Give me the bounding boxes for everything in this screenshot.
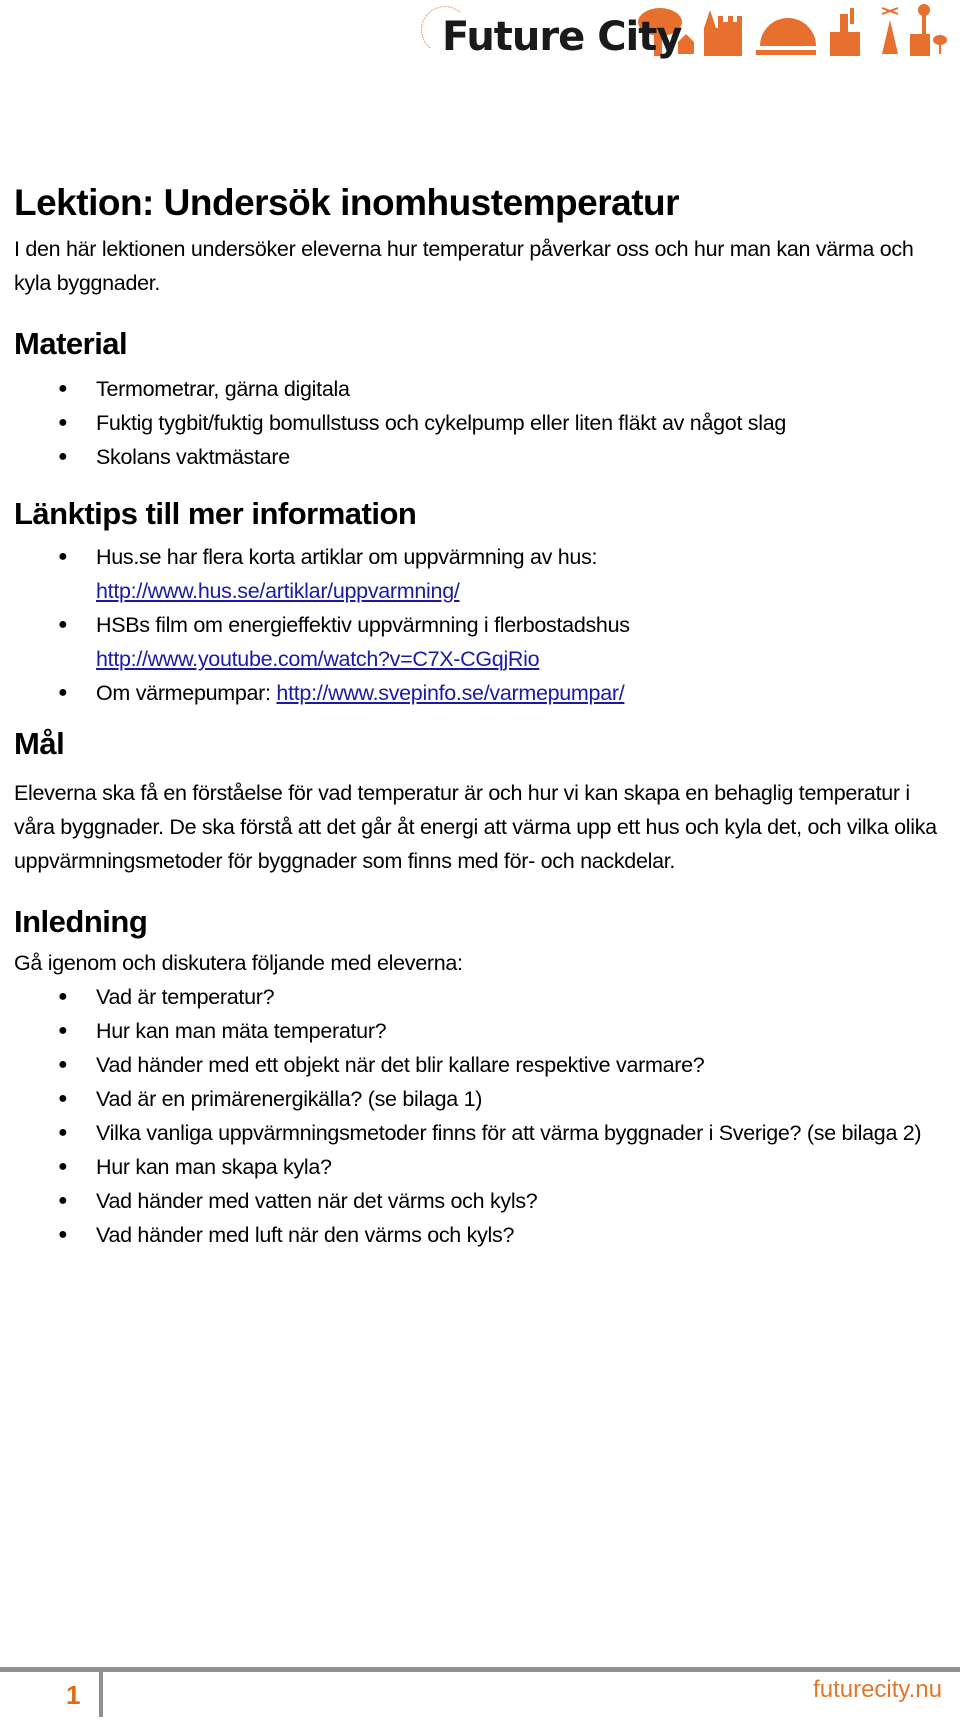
list-item: ● Om värmepumpar: http://www.svepinfo.se/… [58,676,944,710]
bullet-icon: ● [58,1056,68,1073]
lesson-document: Lektion: Undersök inomhustemperatur I de… [14,178,944,1252]
bullet-icon: ● [58,1090,68,1107]
link-svepinfo[interactable]: http://www.svepinfo.se/varmepumpar/ [276,681,624,705]
list-item: ● Vad händer med ett objekt när det blir … [58,1048,944,1082]
list-item: ● Hur kan man skapa kyla? [58,1150,944,1184]
bullet-icon: ● [58,1192,68,1209]
bullet-icon: ● [58,548,68,565]
list-item: ● Fuktig tygbit/fuktig bomullstuss och cy… [58,406,944,440]
footer-site: futurecity.nu [813,1676,942,1703]
goal-text: Eleverna ska få en förståelse för vad te… [14,781,937,873]
bullet-icon: ● [58,684,68,701]
bullet-icon: ● [58,1124,68,1141]
list-item: ● Vilka vanliga uppvärmningsmetoder finns… [58,1116,944,1150]
footer-vertical-divider [99,1667,103,1717]
goal-heading: Mål [14,726,65,761]
bullet-icon: ● [58,1022,68,1039]
list-item: ● Hus.se har flera korta artiklar om uppv… [58,540,944,608]
list-item: ● Vad är temperatur? [58,980,944,1014]
list-item: ● HSBs film om energieffektiv uppvärmning… [58,608,944,676]
introduction-list: ● Vad är temperatur? ● Hur kan man mäta te… [14,980,944,1252]
bullet-icon: ● [58,1226,68,1243]
list-item: ● Skolans vaktmästare [58,440,944,474]
list-item: ● Vad händer med luft när den värms och k… [58,1218,944,1252]
bullet-icon: ● [58,380,68,397]
page-title: Lektion: Undersök inomhustemperatur [14,182,680,223]
page-number: 1 [66,1680,81,1710]
material-list: ● Termometrar, gärna digitala ● Fuktig tyg… [14,372,944,474]
material-heading: Material [14,326,128,361]
bullet-icon: ● [58,414,68,431]
list-item: ● Vad är en primärenergikälla? (se bilaga… [58,1082,944,1116]
bullet-icon: ● [58,616,68,633]
logo-text: Future City [442,14,682,60]
bullet-icon: ● [58,988,68,1005]
bullet-icon: ● [58,1158,68,1175]
links-heading: Länktips till mer information [14,496,417,531]
bullet-icon: ● [58,448,68,465]
footer-divider [0,1667,960,1672]
future-city-logo: Future City [420,0,950,70]
list-item: ● Vad händer med vatten när det värms och… [58,1184,944,1218]
intro-text: I den här lektionen undersöker eleverna … [14,237,914,295]
list-item: ● Hur kan man mäta temperatur? [58,1014,944,1048]
list-item: ● Termometrar, gärna digitala [58,372,944,406]
link-youtube[interactable]: http://www.youtube.com/watch?v=C7X-CGqjR… [96,647,540,671]
link-hus[interactable]: http://www.hus.se/artiklar/uppvarmning/ [96,579,460,603]
introduction-heading: Inledning [14,904,148,939]
introduction-lead: Gå igenom och diskutera följande med ele… [14,951,463,975]
links-list: ● Hus.se har flera korta artiklar om uppv… [14,540,944,710]
